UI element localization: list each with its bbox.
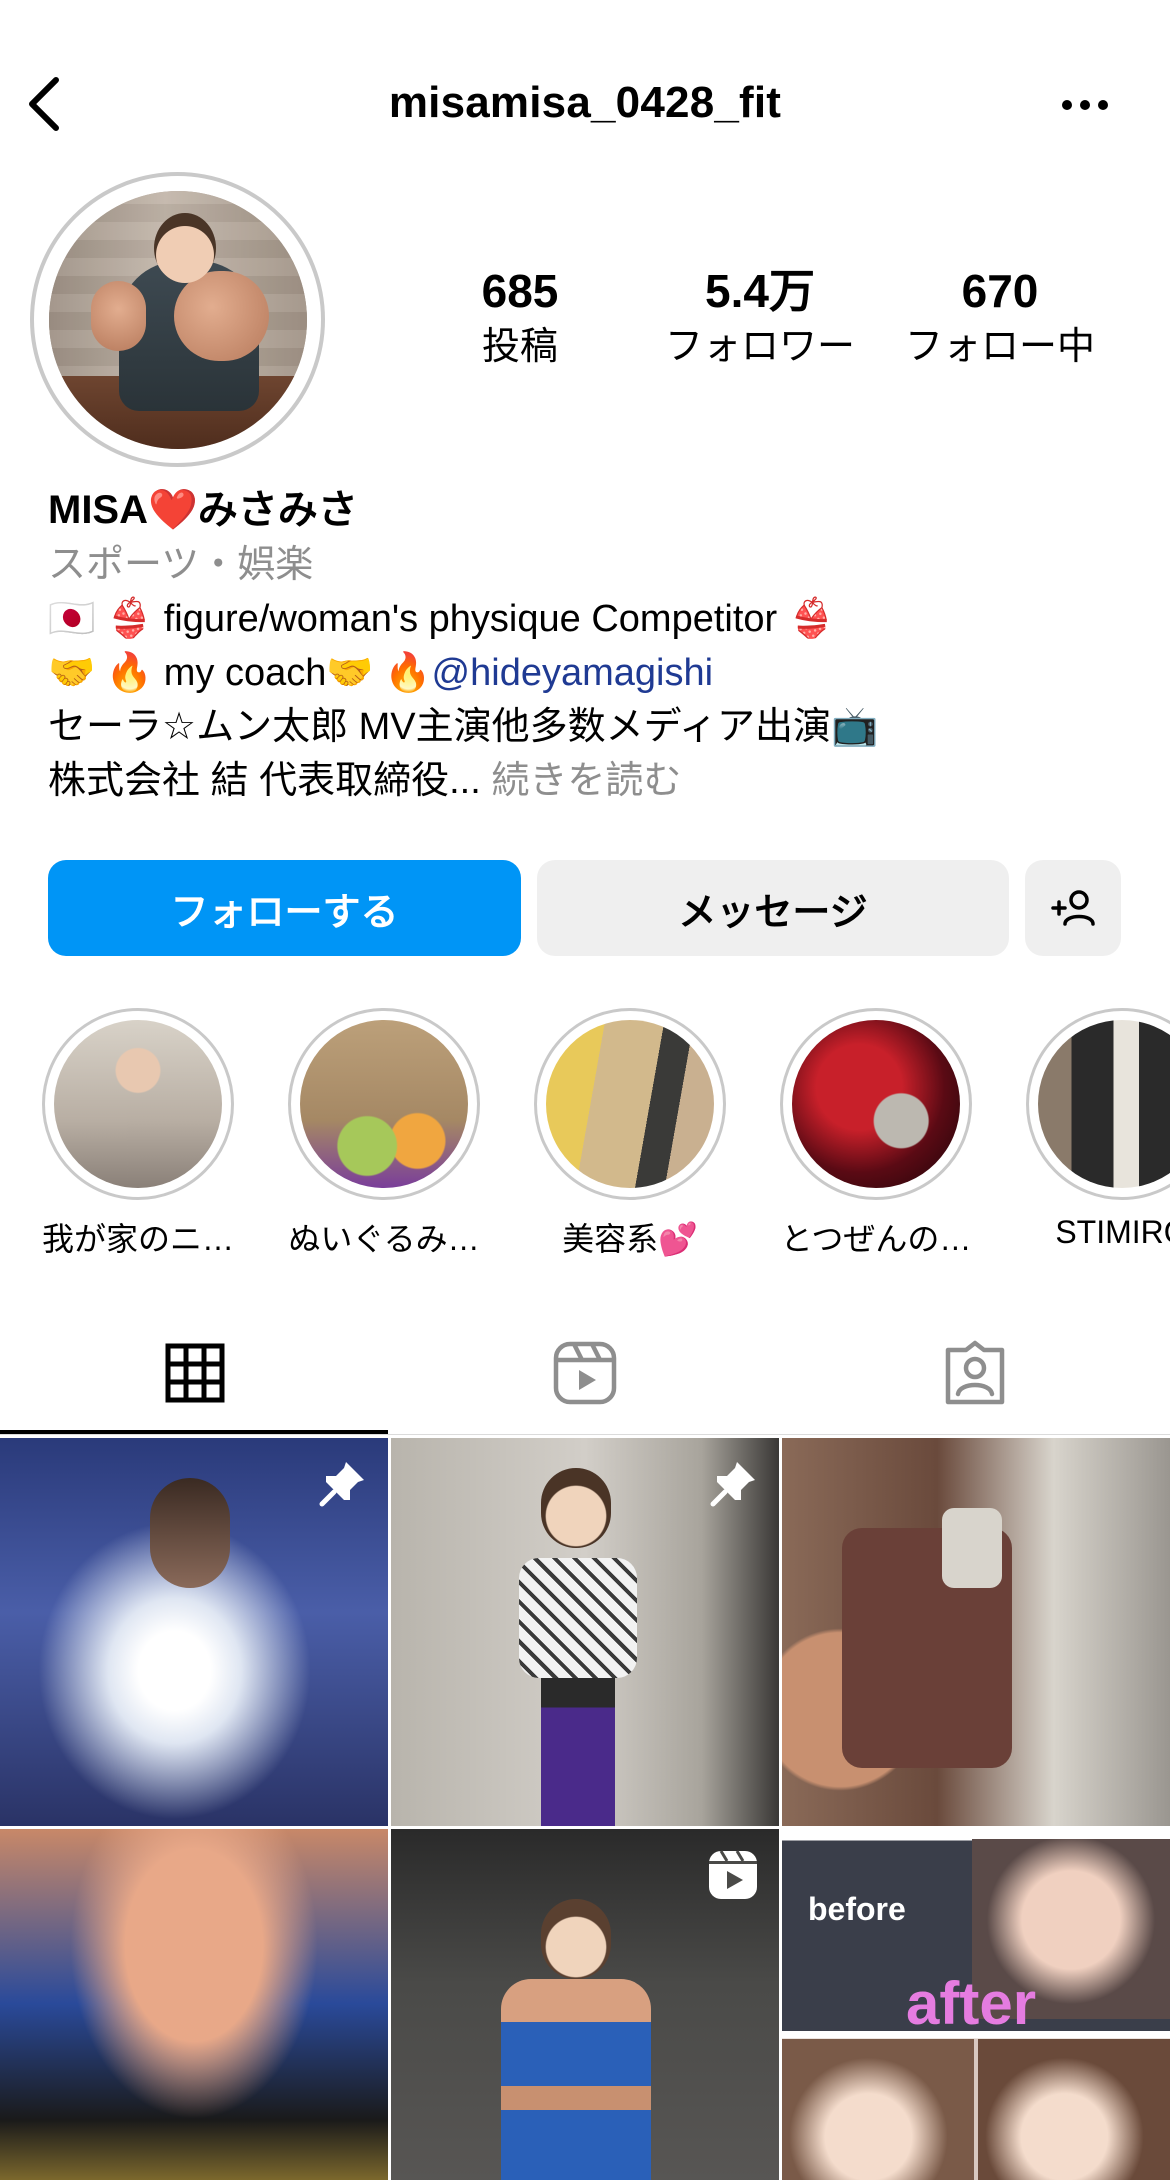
highlight-label: STIMIRO [1055,1214,1170,1250]
bio-line-1: 🇯🇵 👙 figure/woman's physique Competitor … [48,598,836,640]
highlight-label: ぬいぐるみ… [288,1221,480,1257]
profile-bio: MISA❤️みさみさ スポーツ・娯楽 🇯🇵 👙 figure/woman's p… [48,482,1128,808]
suggest-users-button[interactable] [1025,860,1121,956]
profile-avatar[interactable] [30,172,325,467]
highlight-cover-image [546,1020,714,1188]
grid-icon [165,1343,225,1403]
highlight-item[interactable]: 我が家のニ… [38,1008,238,1260]
message-button[interactable]: メッセージ [537,860,1009,956]
after-label: after [906,1970,1037,2037]
reel-icon [709,1850,757,1899]
tab-tagged[interactable] [780,1310,1170,1436]
post-thumbnail[interactable] [0,1438,388,1826]
add-user-icon [1051,890,1095,926]
post-thumbnail[interactable] [391,1829,779,2180]
highlight-cover-image [54,1020,222,1188]
highlight-item[interactable]: 美容系💕 [530,1008,730,1260]
read-more-link[interactable]: 続きを読む [491,760,681,802]
bio-line-3: セーラ☆ムン太郎 MV主演他多数メディア出演📺 [48,706,879,748]
highlight-item[interactable]: とつぜんの… [776,1008,976,1260]
tagged-user-icon [945,1340,1005,1405]
avatar-image [48,190,307,449]
pin-icon [710,1462,755,1507]
pin-icon [319,1462,364,1507]
stat-followers-label: フォロワー [664,326,855,368]
highlight-item[interactable]: STIMIRO [1022,1008,1170,1251]
highlight-cover-image [1038,1020,1170,1188]
bio-line-2: 🤝 🔥 my coach🤝 🔥@hideyamagishi [48,646,1128,700]
follow-button[interactable]: フォローする [48,860,521,956]
profile-header: misamisa_0428_fit [0,60,1170,150]
bio-line-2-text: 🤝 🔥 my coach🤝 🔥 [48,652,432,694]
stat-following-count: 670 [961,265,1039,317]
stat-following-label: フォロー中 [904,326,1095,368]
profile-category: スポーツ・娯楽 [48,544,314,586]
post-thumbnail[interactable]: before after [782,1829,1170,2180]
highlight-cover-image [792,1020,960,1188]
story-highlights: 我が家のニ… ぬいぐるみ… 美容系💕 とつぜんの… STIMIRO [0,1008,1170,1258]
highlight-label: とつぜんの… [780,1221,972,1257]
stat-following[interactable]: 670 フォロー中 [900,268,1100,366]
highlight-item[interactable]: ぬいぐるみ… [284,1008,484,1260]
more-horizontal-icon [1062,100,1108,110]
highlight-label: 美容系💕 [562,1221,698,1257]
tab-divider [0,1434,1170,1435]
tab-posts-grid[interactable] [0,1310,390,1436]
profile-display-name: MISA❤️みさみさ [48,488,358,532]
stat-followers[interactable]: 5.4万 フォロワー [660,268,860,366]
before-label: before [808,1891,906,1927]
highlight-cover-image [300,1020,468,1188]
stat-posts[interactable]: 685 投稿 [450,268,590,366]
reels-icon [553,1341,617,1405]
stat-followers-count: 5.4万 [705,265,815,317]
profile-username: misamisa_0428_fit [388,78,782,127]
bio-line-4-text: 株式会社 結 代表取締役... [48,760,481,802]
coach-mention-link[interactable]: @hideyamagishi [432,652,714,694]
post-thumbnail[interactable] [0,1829,388,2180]
highlight-label: 我が家のニ… [41,1221,234,1257]
profile-tabs [0,1310,1170,1436]
tab-reels[interactable] [390,1310,780,1436]
stat-posts-count: 685 [481,265,559,317]
bio-line-4: 株式会社 結 代表取締役... 続きを読む [48,754,1128,808]
stat-posts-label: 投稿 [481,326,558,368]
post-thumbnail[interactable] [391,1438,779,1826]
post-thumbnail[interactable] [782,1438,1170,1826]
more-options-button[interactable] [1060,80,1110,130]
